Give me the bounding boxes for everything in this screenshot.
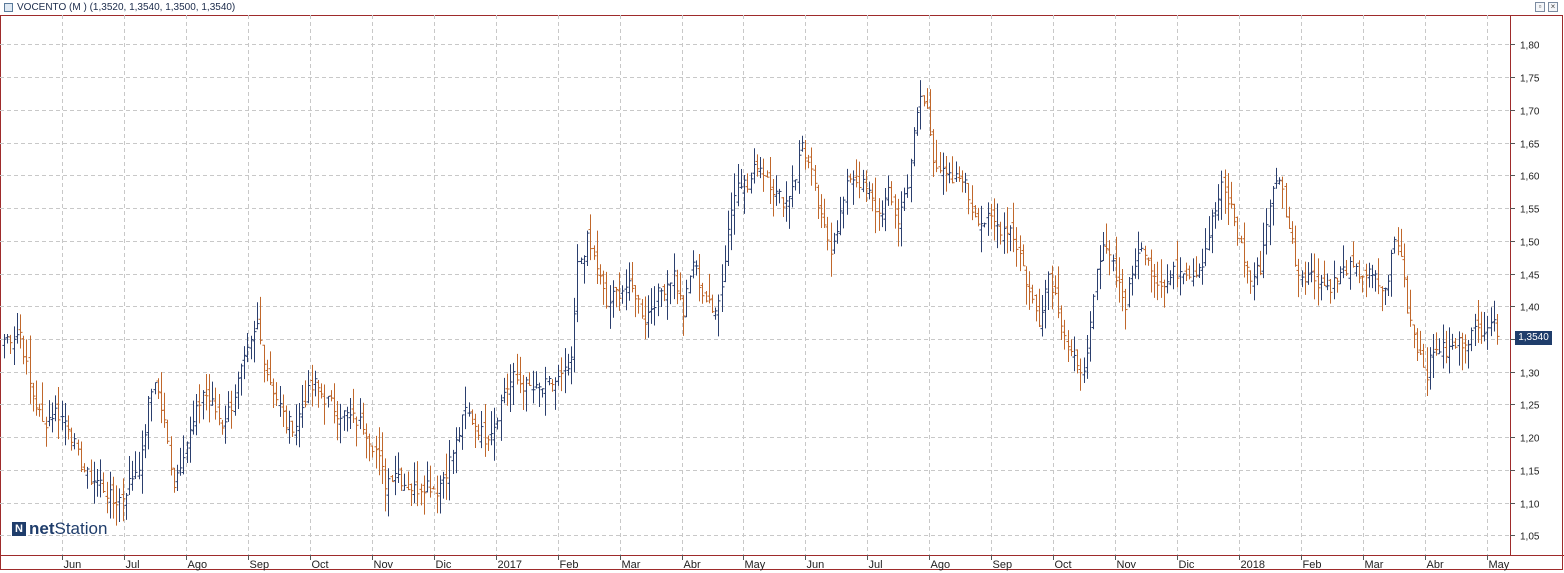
x-tick-label: Dic [436, 559, 452, 571]
x-tick-label: 2018 [1241, 559, 1265, 571]
netstation-logo-mark: N [12, 522, 26, 536]
y-tick-label: 1,25 [1520, 401, 1540, 412]
x-tick-label: May [745, 559, 766, 571]
x-tick-label: Sep [993, 559, 1013, 571]
restore-icon[interactable]: ▫ [1535, 2, 1545, 12]
window-titlebar: VOCENTO (M ) (1,3520, 1,3540, 1,3500, 1,… [0, 0, 1564, 15]
x-tick-label: Sep [250, 559, 270, 571]
y-tick-label: 1,50 [1520, 238, 1540, 249]
x-tick-label: Feb [1303, 559, 1322, 571]
y-tick-label: 1,45 [1520, 271, 1540, 282]
brand-net: net [29, 519, 55, 538]
y-tick-label: 1,60 [1520, 172, 1540, 183]
y-tick-label: 1,30 [1520, 369, 1540, 380]
brand-station: Station [54, 519, 108, 538]
window-title: VOCENTO (M ) (1,3520, 1,3540, 1,3500, 1,… [17, 2, 236, 13]
y-tick-label: 1,20 [1520, 434, 1540, 445]
y-tick-label: 1,05 [1520, 532, 1540, 543]
x-tick-label: Mar [622, 559, 641, 571]
x-tick-label: Dic [1179, 559, 1195, 571]
x-tick-label: 2017 [498, 559, 522, 571]
x-tick-label: Nov [1117, 559, 1137, 571]
x-tick-label: Ago [931, 559, 951, 571]
y-tick-label: 1,70 [1520, 107, 1540, 118]
x-tick-label: Oct [1055, 559, 1072, 571]
plot-frame [0, 15, 1563, 570]
last-price-tag: 1,3540 [1515, 331, 1552, 345]
y-tick-label: 1,65 [1520, 140, 1540, 151]
x-tick-label: Jul [869, 559, 883, 571]
x-tick-label: Mar [1365, 559, 1384, 571]
x-tick-label: Abr [1427, 559, 1444, 571]
price-chart: 1,051,101,151,201,251,301,351,401,451,50… [0, 15, 1564, 571]
window-buttons: ▫ × [1535, 2, 1558, 12]
y-tick-label: 1,80 [1520, 41, 1540, 52]
y-tick-label: 1,40 [1520, 303, 1540, 314]
y-tick-label: 1,75 [1520, 74, 1540, 85]
chart-window-icon [4, 3, 13, 12]
x-tick-label: Nov [374, 559, 394, 571]
y-tick-label: 1,55 [1520, 205, 1540, 216]
x-tick-label: Jul [126, 559, 140, 571]
x-tick-label: Feb [560, 559, 579, 571]
y-tick-label: 1,15 [1520, 467, 1540, 478]
close-icon[interactable]: × [1548, 2, 1558, 12]
x-tick-label: May [1489, 559, 1510, 571]
x-tick-label: Jun [64, 559, 82, 571]
x-tick-label: Abr [684, 559, 701, 571]
x-tick-label: Jun [807, 559, 825, 571]
x-tick-label: Ago [188, 559, 208, 571]
netstation-logo: N net Station [12, 519, 107, 539]
x-tick-label: Oct [312, 559, 329, 571]
y-tick-label: 1,10 [1520, 500, 1540, 511]
